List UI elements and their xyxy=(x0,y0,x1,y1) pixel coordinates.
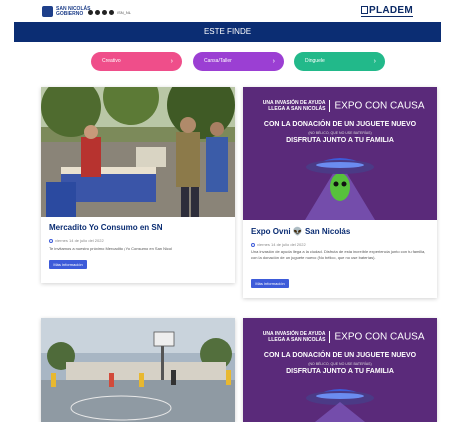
clock-icon xyxy=(251,242,255,247)
twitter-icon[interactable] xyxy=(88,10,93,15)
section-title-bar: ESTE FINDE xyxy=(14,22,441,42)
market-photo xyxy=(41,87,235,217)
chevron-right-icon: › xyxy=(272,58,275,65)
social-handle: /SN_NL xyxy=(117,10,132,15)
expo-poster: UNA INVASIÓN DE AYUDA LLEGA A SAN NICOLÁ… xyxy=(243,87,437,220)
youtube-icon[interactable] xyxy=(109,10,114,15)
logo-mark-icon xyxy=(42,6,53,17)
filter-pill-taller[interactable]: Cansa/Taller › xyxy=(193,52,284,71)
poster-headline-right: EXPO CON CAUSA xyxy=(334,100,425,112)
facebook-icon[interactable] xyxy=(95,10,100,15)
card-date: viernes 14 de julio del 2022 xyxy=(49,238,104,243)
poster-line1: CON LA DONACIÓN DE UN JUGUETE NUEVO xyxy=(263,121,417,128)
poster-line-small: (NO BÉLICO, QUE NO USE BATERÍAS) xyxy=(308,131,372,135)
ufo-icon xyxy=(305,158,375,220)
instagram-icon[interactable] xyxy=(102,10,107,15)
poster-headline-left: UNA INVASIÓN DE AYUDA LLEGA A SAN NICOLÁ… xyxy=(262,99,326,112)
event-card-expo-ovni[interactable]: UNA INVASIÓN DE AYUDA LLEGA A SAN NICOLÁ… xyxy=(243,87,437,298)
chevron-right-icon: › xyxy=(373,58,376,65)
ufo-icon xyxy=(306,389,374,422)
top-bar: SAN NICOLÁS GOBIERNO /SN_NL PLADEM xyxy=(0,0,455,22)
pladem-mark-icon xyxy=(360,6,368,14)
chevron-right-icon: › xyxy=(170,58,173,65)
municipality-logo[interactable]: SAN NICOLÁS GOBIERNO xyxy=(42,6,90,17)
pladem-logo[interactable]: PLADEM xyxy=(360,6,413,17)
clock-icon xyxy=(49,238,53,243)
expo-poster: UNA INVASIÓN DE AYUDA LLEGA A SAN NICOLÁ… xyxy=(243,318,437,422)
basketball-court-photo xyxy=(41,318,235,422)
filter-pill-dinguele[interactable]: Dinguele › xyxy=(294,52,385,71)
card-title[interactable]: Expo Ovni 👽 San Nicolás xyxy=(251,227,350,236)
event-card-basketball[interactable] xyxy=(41,318,235,422)
card-title[interactable]: Mercadito Yo Consumo en SN xyxy=(49,223,163,232)
card-description: Te invitamos a nuestro próximo Mercadito… xyxy=(49,246,173,251)
poster-line2: DISFRUTA JUNTO A TU FAMILIA xyxy=(286,137,394,144)
social-links: /SN_NL xyxy=(88,10,131,15)
poster-line1: CON LA DONACIÓN DE UN JUGUETE NUEVO xyxy=(263,352,417,359)
event-card-mercadito[interactable]: Mercadito Yo Consumo en SN viernes 14 de… xyxy=(41,87,235,283)
filter-pill-creativo[interactable]: Creativo › xyxy=(91,52,182,71)
more-info-button[interactable]: Más información xyxy=(49,260,87,269)
poster-line-small: (NO BÉLICO, QUE NO USE BATERÍAS) xyxy=(308,362,372,366)
section-title: ESTE FINDE xyxy=(203,27,252,36)
card-date: viernes 14 de julio del 2022 xyxy=(251,242,306,247)
logo-text-line2: GOBIERNO xyxy=(56,10,84,17)
poster-line2: DISFRUTA JUNTO A TU FAMILIA xyxy=(286,368,394,375)
event-card-expo-ovni-2[interactable]: UNA INVASIÓN DE AYUDA LLEGA A SAN NICOLÁ… xyxy=(243,318,437,422)
more-info-button[interactable]: Más información xyxy=(251,279,289,288)
poster-headline-left: UNA INVASIÓN DE AYUDA LLEGA A SAN NICOLÁ… xyxy=(262,330,326,343)
poster-headline-right: EXPO CON CAUSA xyxy=(334,331,425,343)
card-description: Una invasión de ayuda llega a la ciudad.… xyxy=(251,249,426,260)
